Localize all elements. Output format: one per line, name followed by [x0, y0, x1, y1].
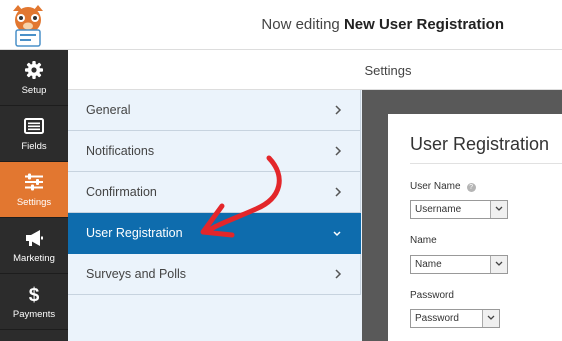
sliders-icon — [25, 173, 43, 190]
password-label: Password — [410, 290, 454, 301]
select-arrow — [482, 310, 499, 327]
editing-prefix: Now editing — [261, 16, 340, 33]
sidebar-item-payments[interactable]: $ Payments — [0, 274, 68, 330]
list-icon — [24, 117, 44, 134]
chevron-right-icon — [335, 105, 342, 115]
sidebar-item-setup[interactable]: Setup — [0, 50, 68, 106]
chevron-right-icon — [335, 146, 342, 156]
sidebar-item-fields[interactable]: Fields — [0, 106, 68, 162]
sidebar-item-settings[interactable]: Settings — [0, 162, 68, 218]
sidebar-item-label: Fields — [21, 140, 47, 152]
card-title: User Registration — [410, 134, 550, 154]
chevron-right-icon — [335, 187, 342, 197]
settings-section-list: General Notifications Confirmation User … — [68, 90, 362, 341]
field-label: User Name — [410, 181, 461, 192]
builder-sidebar: Setup Fields Settings Marketing $ Paymen… — [0, 50, 68, 341]
password-select[interactable]: Password — [410, 309, 500, 328]
section-surveys-and-polls[interactable]: Surveys and Polls — [68, 254, 361, 295]
sidebar-item-label: Marketing — [13, 252, 55, 264]
section-user-registration[interactable]: User Registration — [68, 213, 361, 254]
svg-text:$: $ — [29, 285, 40, 304]
sidebar-item-label: Payments — [12, 308, 56, 320]
top-bar: Now editing New User Registration — [0, 0, 562, 50]
sidebar-item-label: Settings — [16, 196, 52, 208]
chevron-down-icon — [333, 231, 341, 237]
settings-header: Settings — [68, 50, 562, 90]
wpforms-logo-icon — [13, 5, 43, 47]
gear-icon — [25, 60, 43, 79]
sidebar-item-label: Setup — [21, 84, 47, 96]
section-confirmation[interactable]: Confirmation — [68, 172, 361, 213]
user-name-select[interactable]: Username — [410, 200, 508, 219]
select-value: Username — [415, 204, 462, 215]
settings-title: Settings — [364, 63, 412, 78]
section-label: Confirmation — [86, 185, 157, 199]
help-icon[interactable]: ? — [466, 183, 476, 192]
section-notifications[interactable]: Notifications — [68, 131, 361, 172]
chevron-right-icon — [335, 269, 342, 279]
select-arrow — [490, 256, 507, 273]
select-value: Name — [415, 259, 442, 270]
user-registration-card: User Registration User Name? Username Na… — [388, 114, 562, 341]
section-general[interactable]: General — [68, 90, 361, 131]
form-name: New User Registration — [343, 16, 504, 33]
chevron-down-icon — [495, 206, 503, 211]
section-label: Notifications — [86, 144, 155, 158]
section-label: User Registration — [86, 226, 183, 240]
section-label: Surveys and Polls — [86, 267, 187, 281]
select-value: Password — [415, 313, 459, 324]
chevron-down-icon — [495, 261, 503, 266]
sidebar-item-marketing[interactable]: Marketing — [0, 218, 68, 274]
dollar-icon: $ — [29, 285, 40, 304]
section-label: General — [86, 103, 131, 117]
user-name-label: User Name? — [410, 181, 476, 192]
name-select[interactable]: Name — [410, 255, 508, 274]
chevron-down-icon — [487, 315, 495, 320]
name-label: Name — [410, 235, 437, 246]
select-arrow — [490, 201, 507, 218]
card-divider — [410, 163, 562, 164]
megaphone-icon — [26, 229, 43, 246]
editing-title: Now editing New User Registration — [261, 16, 504, 33]
